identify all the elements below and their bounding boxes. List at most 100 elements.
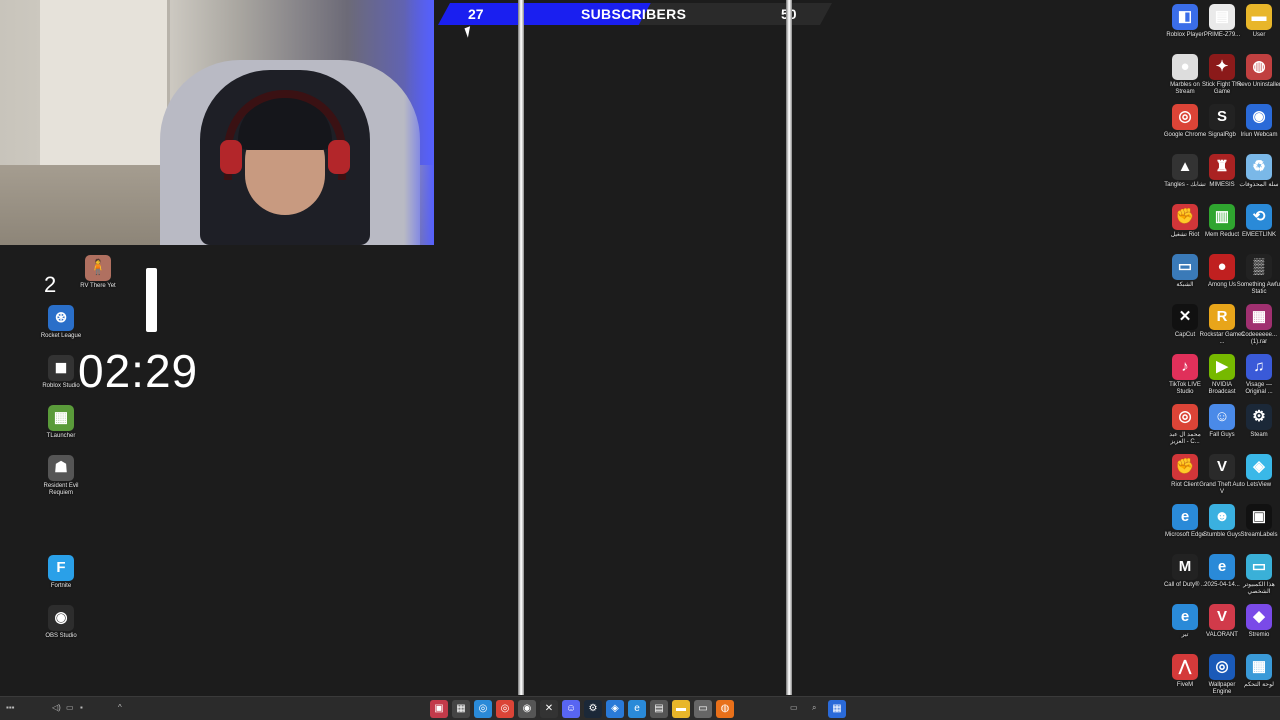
desktop-icon-label: Rocket League	[40, 333, 82, 339]
capcut-glyph-icon: ✕	[1172, 304, 1198, 330]
taskbar-chrome-icon[interactable]: ◎	[496, 700, 514, 718]
desktop-icon-label: RV There Yet	[80, 283, 116, 289]
something-awful-glyph-icon: ▒	[1246, 254, 1272, 280]
fortnite-icon[interactable]: F Fortnite	[38, 555, 84, 590]
among-us-glyph-icon: ●	[1209, 254, 1235, 280]
countdown-timer: 02:29	[78, 345, 199, 397]
tlauncher-glyph-icon: ▦	[48, 405, 74, 431]
rocket-league-icon[interactable]: ⊛ Rocket League	[38, 305, 84, 340]
taskbar-app-14-icon[interactable]: ◍	[716, 700, 734, 718]
webcam-glyph-icon: ◉	[1246, 104, 1272, 130]
steam-icon-1-glyph-icon: ⚙	[1246, 404, 1272, 430]
fivem-glyph-icon: ⋀	[1172, 654, 1198, 680]
user-folder-icon[interactable]: ▬ User	[1236, 4, 1280, 39]
tray-chevron-icon[interactable]: ^	[118, 703, 122, 712]
taskbar-discord-icon[interactable]: ☺	[562, 700, 580, 718]
vertical-bar-indicator	[146, 268, 157, 332]
taskbar-app-5-icon[interactable]: ◉	[518, 700, 536, 718]
desktop-icon-label: Roblox Studio	[42, 383, 80, 389]
rv-there-yet-icon[interactable]: 🧍 RV There Yet	[75, 255, 121, 290]
desktop-icon-label: Resident Evil Requiem	[43, 483, 79, 496]
revo-uninstaller-glyph-icon: ◍	[1246, 54, 1272, 80]
obs-studio-glyph-icon: ◉	[48, 605, 74, 631]
revo-uninstaller-icon[interactable]: ◍ Revo Uninstaller	[1236, 54, 1280, 89]
language-indicator[interactable]: ▪	[80, 703, 83, 712]
valorant-glyph-icon: V	[1209, 604, 1235, 630]
taskbar-app-2-icon[interactable]: ▦	[452, 700, 470, 718]
streamlabels-glyph-icon: ▣	[1246, 504, 1272, 530]
taskbar-clock[interactable]: ▪▪▪	[6, 703, 15, 712]
volume-icon[interactable]: ◁)	[52, 703, 61, 712]
stremio-glyph-icon: ◆	[1246, 604, 1272, 630]
desktop-icon-label: Revo Uninstaller	[1236, 82, 1280, 88]
roblox-player-glyph-icon: ◧	[1172, 4, 1198, 30]
subscriber-goal-label: SUBSCRIBERS	[581, 6, 687, 22]
webcam-icon[interactable]: ◉ Iriun Webcam	[1236, 104, 1280, 139]
visage-icon[interactable]: ♫ Visage — Original ...	[1236, 354, 1280, 396]
taskbar-app-1-icon[interactable]: ▣	[430, 700, 448, 718]
taskbar-app-11-icon[interactable]: ▤	[650, 700, 668, 718]
obs-studio-icon[interactable]: ◉ OBS Studio	[38, 605, 84, 640]
taskbar: ▪▪▪ ◁) ▭ ▪ ^ ▣ ▦ ◎ ◎ ◉ ✕ ☺ ⚙ ◈ e ▤ ▬ ▭ ◍ ▭ ⌕ ▦	[0, 696, 1280, 720]
webcam-overlay	[0, 0, 434, 245]
roblox-studio-icon[interactable]: ◼ Roblox Studio	[38, 355, 84, 390]
prime-file-glyph-icon: ▤	[1209, 4, 1235, 30]
edge-icon-2-glyph-icon: e	[1209, 554, 1235, 580]
taskbar-app-13-icon[interactable]: ▭	[694, 700, 712, 718]
this-pc-glyph-icon: ▭	[1246, 554, 1272, 580]
resident-evil-icon[interactable]: ☗ Resident Evil Requiem	[38, 455, 84, 497]
widgets-icon[interactable]: ▦	[828, 700, 846, 718]
stumble-guys-glyph-icon: ☻	[1209, 504, 1235, 530]
signalrgb-glyph-icon: S	[1209, 104, 1235, 130]
resident-evil-glyph-icon: ☗	[48, 455, 74, 481]
recycle-bin-glyph-icon: ♻	[1246, 154, 1272, 180]
streamlabels-icon[interactable]: ▣ StreamLabels	[1236, 504, 1280, 539]
desktop-icon-label: TLauncher	[46, 433, 76, 439]
control-panel-glyph-icon: ▦	[1246, 654, 1272, 680]
roblox-studio-glyph-icon: ◼	[48, 355, 74, 381]
desktop-icon-label: Stremio	[1248, 632, 1270, 638]
desktop-icon-label: لوحة التحكم	[1243, 682, 1274, 688]
rocket-league-glyph-icon: ⊛	[48, 305, 74, 331]
stremio-icon[interactable]: ◆ Stremio	[1236, 604, 1280, 639]
game-line-left	[518, 0, 524, 695]
desktop-icon-label: Codeeeeee... (1).rar	[1240, 332, 1278, 345]
rockstar-glyph-icon: R	[1209, 304, 1235, 330]
gta-glyph-icon: V	[1209, 454, 1235, 480]
desktop-icon-label: Steam	[1250, 432, 1268, 438]
mimesis-glyph-icon: ♜	[1209, 154, 1235, 180]
tangles-glyph-icon: ▲	[1172, 154, 1198, 180]
tlauncher-icon[interactable]: ▦ TLauncher	[38, 405, 84, 440]
edge-icon-1-glyph-icon: e	[1172, 504, 1198, 530]
taskbar-app-6-icon[interactable]: ✕	[540, 700, 558, 718]
taskbar-app-9-icon[interactable]: ◈	[606, 700, 624, 718]
subscriber-goal-bar: 27 SUBSCRIBERS 50	[438, 3, 832, 25]
network-tray-icon[interactable]: ▭	[66, 703, 74, 712]
riot-client-glyph-icon: ✊	[1172, 454, 1198, 480]
taskbar-steam-icon[interactable]: ⚙	[584, 700, 602, 718]
something-awful-icon[interactable]: ▒ Something Awful Static	[1236, 254, 1280, 296]
headset-earcup-right	[328, 140, 350, 174]
desktop-icon-label: EMEETLINK	[1241, 232, 1276, 238]
taskbar-explorer-icon[interactable]: ▬	[672, 700, 690, 718]
recycle-bin-icon[interactable]: ♻ سلة المحذوفات	[1236, 154, 1280, 189]
rar-file-icon[interactable]: ▦ Codeeeeee... (1).rar	[1236, 304, 1280, 346]
emeetlink-icon[interactable]: ⟲ EMEETLINK	[1236, 204, 1280, 239]
emeetlink-glyph-icon: ⟲	[1246, 204, 1272, 230]
cod-glyph-icon: M	[1172, 554, 1198, 580]
desktop-icon-label: Fortnite	[50, 583, 72, 589]
wallpaper-engine-glyph-icon: ◎	[1209, 654, 1235, 680]
search-icon[interactable]: ⌕	[812, 703, 816, 713]
tiktok-live-glyph-icon: ♪	[1172, 354, 1198, 380]
stick-fight-glyph-icon: ✦	[1209, 54, 1235, 80]
search-box[interactable]: ▭	[790, 703, 798, 712]
taskbar-app-3-icon[interactable]: ◎	[474, 700, 492, 718]
chrome-glyph-icon: ◎	[1172, 104, 1198, 130]
game-line-right	[786, 0, 792, 695]
letsview-icon[interactable]: ◈ LetsView	[1236, 454, 1280, 489]
headset-earcup-left	[220, 140, 242, 174]
taskbar-edge-icon[interactable]: e	[628, 700, 646, 718]
steam-icon-1[interactable]: ⚙ Steam	[1236, 404, 1280, 439]
this-pc-icon[interactable]: ▭ هذا الكمبيوتر الشخصي	[1236, 554, 1280, 596]
control-panel-icon[interactable]: ▦ لوحة التحكم	[1236, 654, 1280, 689]
